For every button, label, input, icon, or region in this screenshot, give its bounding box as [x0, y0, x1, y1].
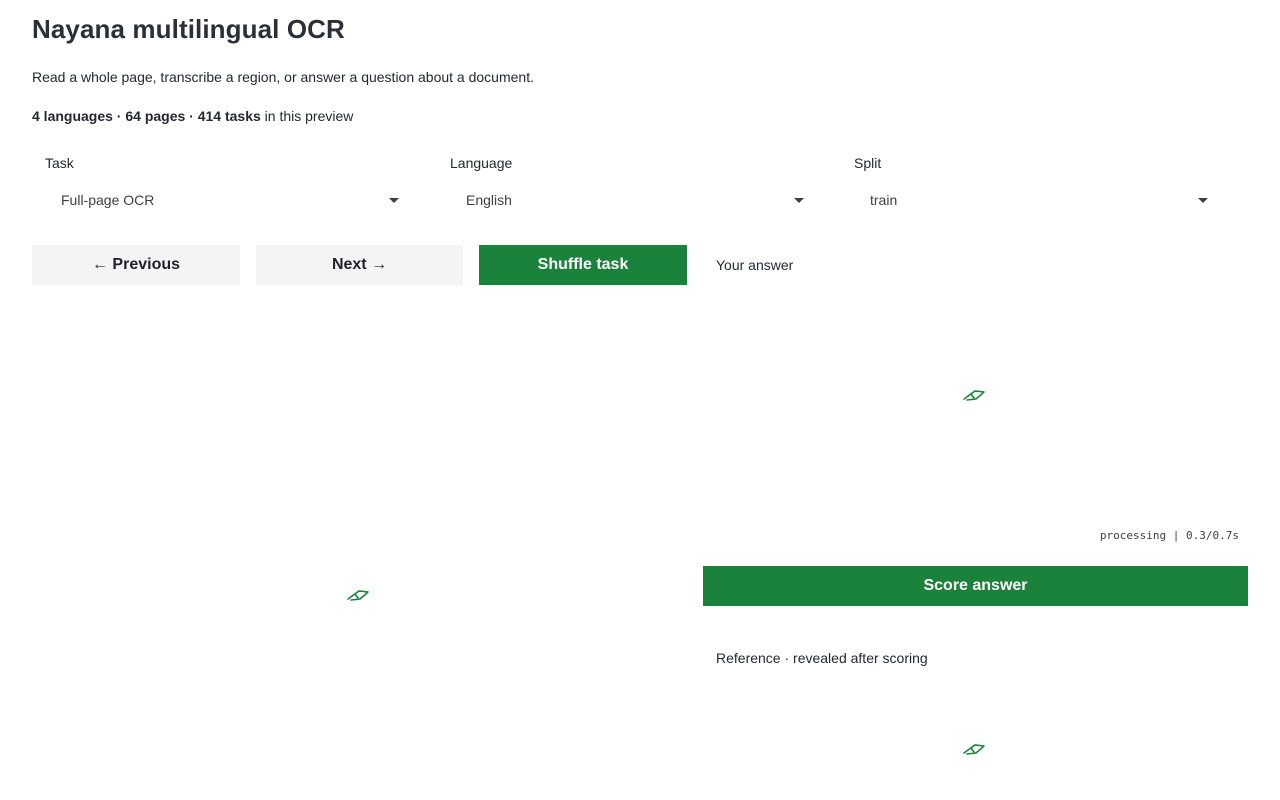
reference-label: Reference · revealed after scoring: [716, 650, 928, 666]
language-select[interactable]: English: [450, 184, 815, 216]
chevron-down-icon: [389, 198, 399, 203]
split-label: Split: [854, 155, 882, 171]
page-title: Nayana multilingual OCR: [32, 14, 345, 44]
processing-timer: processing | 0.3/0.7s: [1099, 529, 1239, 542]
score-answer-button[interactable]: Score answer: [703, 566, 1248, 606]
task-label: Task: [45, 155, 74, 171]
preview-stats: 4 languages · 64 pages · 414 tasks in th…: [32, 108, 353, 124]
task-select-value: Full-page OCR: [61, 192, 155, 208]
loading-spinner-icon: [347, 590, 369, 601]
next-button[interactable]: Next →: [256, 245, 463, 285]
language-select-value: English: [466, 192, 512, 208]
loading-spinner-icon: [963, 744, 985, 755]
previous-button[interactable]: ← Previous: [32, 245, 240, 285]
split-select[interactable]: train: [854, 184, 1219, 216]
stats-suffix: in this preview: [260, 108, 354, 124]
stats-counts: 4 languages · 64 pages · 414 tasks: [32, 108, 261, 124]
chevron-down-icon: [794, 198, 804, 203]
page-subtitle: Read a whole page, transcribe a region, …: [32, 69, 534, 85]
shuffle-task-button[interactable]: Shuffle task: [479, 245, 687, 285]
your-answer-label: Your answer: [716, 257, 794, 273]
loading-spinner-icon: [963, 390, 985, 401]
split-select-value: train: [870, 192, 898, 208]
chevron-down-icon: [1198, 198, 1208, 203]
task-select[interactable]: Full-page OCR: [45, 184, 410, 216]
language-label: Language: [450, 155, 513, 171]
